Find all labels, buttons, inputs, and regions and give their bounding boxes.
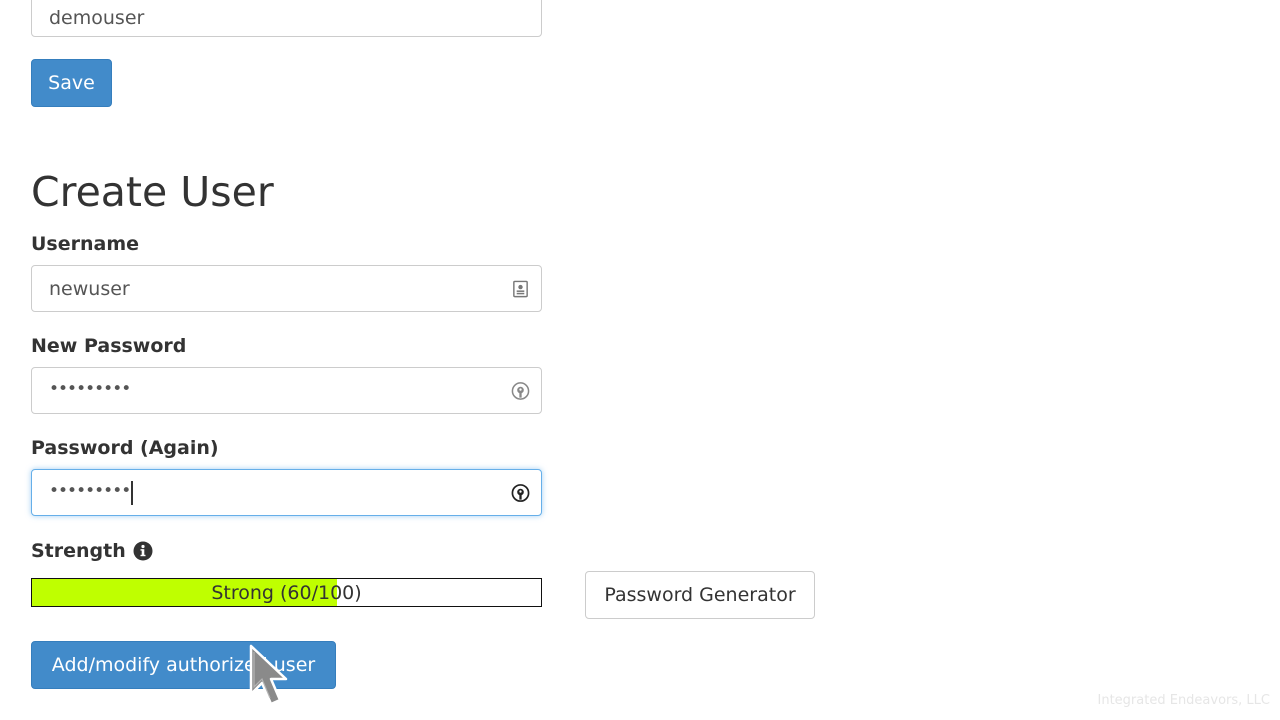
password-again-field[interactable]: ••••••••• bbox=[31, 469, 542, 516]
strength-label: Strength bbox=[31, 540, 126, 562]
password-strength-meter: Strong (60/100) bbox=[31, 578, 542, 607]
strength-label-row: Strength bbox=[31, 540, 153, 562]
existing-username-input[interactable]: demouser bbox=[31, 0, 542, 37]
save-button-label: Save bbox=[48, 72, 95, 94]
new-password-field[interactable]: ••••••••• bbox=[31, 367, 542, 414]
username-value: newuser bbox=[49, 277, 130, 300]
password-again-value: ••••••••• bbox=[49, 480, 131, 501]
username-field[interactable]: newuser bbox=[31, 265, 542, 312]
existing-username-value: demouser bbox=[49, 6, 145, 29]
contact-card-icon bbox=[513, 280, 528, 297]
watermark: Integrated Endeavors, LLC bbox=[1097, 693, 1270, 708]
password-key-icon[interactable] bbox=[511, 381, 530, 400]
password-key-icon[interactable] bbox=[511, 483, 530, 502]
page: demouser Save Create User Username newus… bbox=[0, 0, 1280, 720]
save-button[interactable]: Save bbox=[31, 59, 112, 107]
mouse-pointer-icon bbox=[249, 644, 288, 706]
info-circle-icon[interactable] bbox=[133, 541, 153, 561]
text-caret bbox=[131, 480, 134, 505]
password-generator-button[interactable]: Password Generator bbox=[585, 571, 815, 619]
password-generator-label: Password Generator bbox=[604, 584, 796, 606]
strength-text: Strong (60/100) bbox=[211, 581, 362, 604]
page-title: Create User bbox=[31, 168, 274, 216]
new-password-value: ••••••••• bbox=[49, 378, 131, 399]
password-again-label: Password (Again) bbox=[31, 437, 219, 459]
new-password-label: New Password bbox=[31, 335, 187, 357]
username-label: Username bbox=[31, 233, 140, 255]
